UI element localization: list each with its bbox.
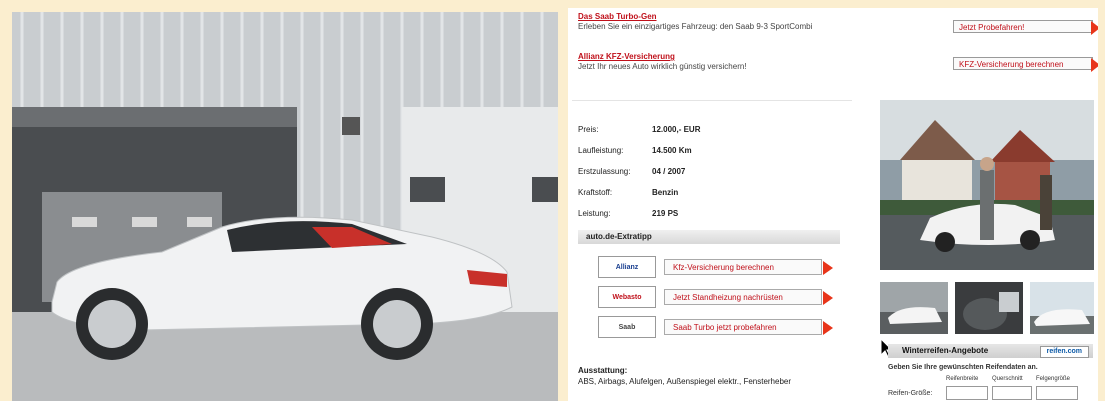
arrow-right-icon: [823, 261, 833, 275]
kfz-versicherung-tip-button[interactable]: Kfz-Versicherung berechnen: [664, 259, 833, 275]
winterreifen-title: Winterreifen-Angebote: [902, 346, 989, 355]
promo-saab-link[interactable]: Das Saab Turbo-Gen: [578, 12, 812, 22]
bmw-garage-image: [12, 12, 558, 401]
listing-main-photo[interactable]: [880, 100, 1094, 270]
listing-thumbnail[interactable]: [1030, 282, 1094, 334]
spec-value-fuel: Benzin: [652, 188, 679, 197]
tire-width-select[interactable]: [946, 386, 988, 400]
spec-value-mileage: 14.500 Km: [652, 146, 692, 155]
spec-label-fuel: Kraftstoff:: [578, 188, 613, 197]
arrow-right-icon: [1091, 58, 1098, 72]
kfz-versicherung-label: KFZ-Versicherung berechnen: [959, 60, 1064, 69]
promo-saab-desc: Erleben Sie ein einzigartiges Fahrzeug: …: [578, 22, 813, 31]
car-front-thumbnail-image: [880, 282, 948, 334]
webasto-logo[interactable]: Webasto: [598, 286, 656, 308]
spec-value-power: 219 PS: [652, 209, 679, 218]
tire-width-col: Reifenbreite: [946, 376, 979, 382]
listing-thumbnail[interactable]: [955, 282, 1023, 334]
winterreifen-header: Winterreifen-Angebote reifen.com: [888, 344, 1093, 358]
tire-ratio-select[interactable]: [992, 386, 1032, 400]
promo-allianz-link[interactable]: Allianz KFZ-Versicherung: [578, 52, 747, 62]
listing-thumbnail[interactable]: [880, 282, 948, 334]
spec-label-mileage: Laufleistung:: [578, 146, 624, 155]
ausstattung-text: ABS, Airbags, Alufelgen, Außenspiegel el…: [578, 377, 792, 386]
saab-probefahren-tip-button[interactable]: Saab Turbo jetzt probefahren: [664, 319, 833, 335]
reifen-brand-logo[interactable]: reifen.com: [1039, 346, 1089, 358]
arrow-right-icon: [823, 321, 833, 335]
probefahren-label: Jetzt Probefahren!: [959, 23, 1025, 32]
standheizung-tip-label: Jetzt Standheizung nachrüsten: [673, 293, 783, 302]
promo-allianz-desc: Jetzt Ihr neues Auto wirklich günstig ve…: [578, 62, 747, 71]
saab-probefahren-tip-label: Saab Turbo jetzt probefahren: [673, 323, 777, 332]
car-interior-thumbnail-image: [955, 282, 1023, 334]
arrow-right-icon: [823, 291, 833, 305]
spec-label-power: Leistung:: [578, 209, 611, 218]
car-photo: [12, 12, 558, 401]
divider: [572, 100, 852, 101]
tire-size-label: Reifen-Größe:: [888, 390, 933, 397]
listing-webpage: Das Saab Turbo-Gen Erleben Sie ein einzi…: [568, 8, 1098, 401]
extratipp-header: auto.de-Extratipp: [578, 230, 840, 244]
tires-prompt: Geben Sie Ihre gewünschten Reifendaten a…: [888, 364, 1038, 371]
saab-logo[interactable]: Saab: [598, 316, 656, 338]
ausstattung-title: Ausstattung:: [578, 366, 628, 375]
spec-value-price: 12.000,- EUR: [652, 125, 701, 134]
kfz-versicherung-button[interactable]: KFZ-Versicherung berechnen: [953, 57, 1098, 72]
spec-label-price: Preis:: [578, 125, 599, 134]
tire-rim-col: Felgengröße: [1036, 376, 1071, 382]
tire-ratio-col: Querschnitt: [992, 376, 1023, 382]
probefahren-button[interactable]: Jetzt Probefahren!: [953, 20, 1098, 35]
promo-allianz: Allianz KFZ-Versicherung Jetzt Ihr neues…: [578, 52, 747, 72]
car-convertible-thumbnail-image: [1030, 282, 1094, 334]
spec-label-registration: Erstzulassung:: [578, 167, 631, 176]
kfz-versicherung-tip-label: Kfz-Versicherung berechnen: [673, 263, 774, 272]
allianz-logo[interactable]: Allianz: [598, 256, 656, 278]
standheizung-tip-button[interactable]: Jetzt Standheizung nachrüsten: [664, 289, 833, 305]
spec-value-registration: 04 / 2007: [652, 167, 686, 176]
tire-rim-select[interactable]: [1036, 386, 1078, 400]
promo-saab: Das Saab Turbo-Gen Erleben Sie ein einzi…: [578, 12, 812, 32]
arrow-right-icon: [1091, 21, 1098, 35]
street-scene-image: [880, 100, 1094, 270]
